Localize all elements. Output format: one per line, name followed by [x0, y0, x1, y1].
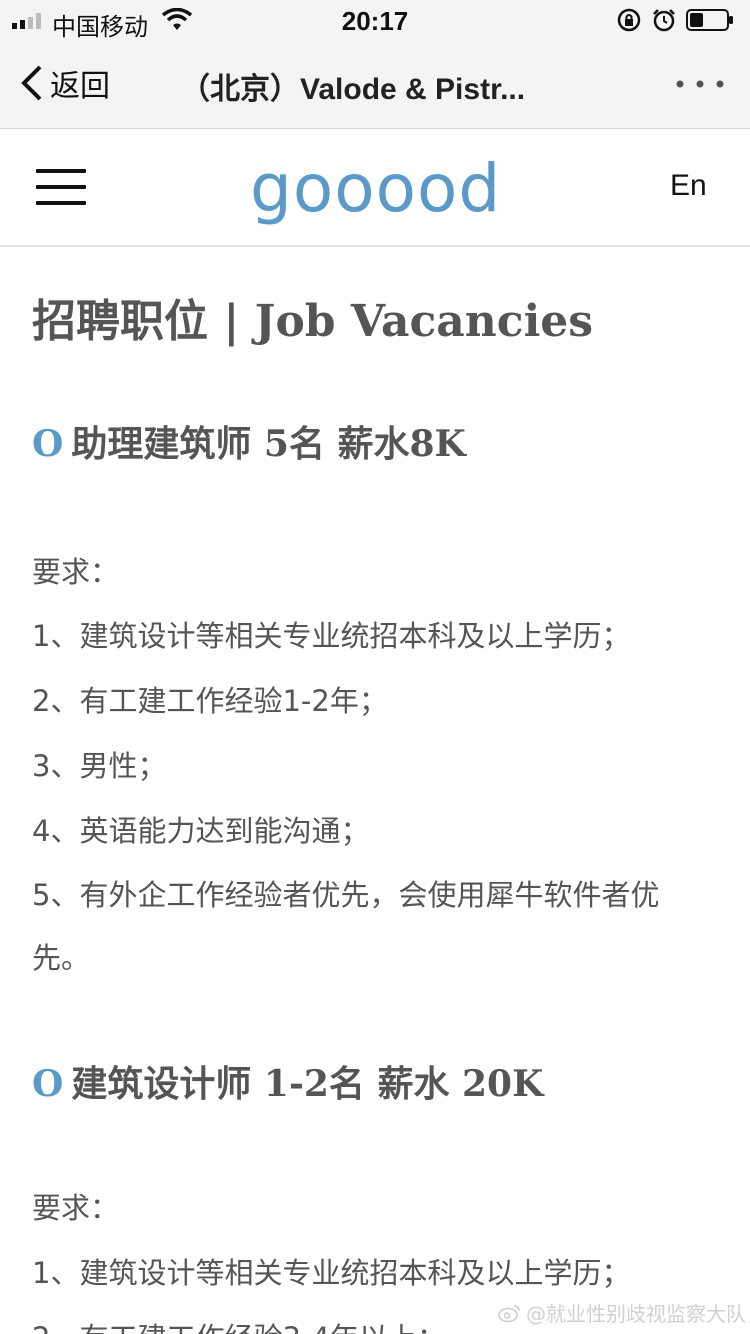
chevron-left-icon: [21, 65, 42, 101]
hamburger-menu-icon[interactable]: [36, 169, 86, 209]
language-toggle[interactable]: En: [670, 169, 707, 203]
requirements-label: 要求：: [32, 1191, 120, 1225]
nav-bar: 返回 （北京）Valode & Pistr...: [0, 40, 750, 129]
requirement-item: 2、有工建工作经验1-2年；: [32, 684, 388, 718]
requirement-item: 1、建筑设计等相关专业统招本科及以上学历；: [32, 1256, 631, 1290]
more-options-icon[interactable]: [672, 70, 728, 98]
status-bar: 中国移动 20:17: [0, 0, 750, 41]
battery-icon: [686, 9, 733, 31]
job-title: 建筑设计师 1-2名 薪水 20K: [71, 1063, 544, 1105]
article-content: 招聘职位 | Job Vacancies O 助理建筑师 5名 薪水8K 要求： …: [0, 247, 750, 1334]
site-header: gooood En: [0, 129, 750, 247]
bullet-icon: O: [32, 423, 64, 465]
watermark-text: @就业性别歧视监察大队: [526, 1302, 746, 1326]
requirement-item: 1、建筑设计等相关专业统招本科及以上学历；: [32, 619, 631, 653]
back-label: 返回: [50, 70, 110, 103]
watermark: @就业性别歧视监察大队: [498, 1298, 746, 1327]
page-title-bar: （北京）Valode & Pistr...: [180, 73, 526, 106]
back-button[interactable]: 返回: [18, 60, 110, 106]
rotation-lock-icon: [617, 8, 641, 32]
requirement-item: 4、英语能力达到能沟通；: [32, 814, 370, 848]
site-logo[interactable]: gooood: [250, 139, 510, 239]
weibo-icon: [498, 1304, 520, 1322]
requirement-item: 3、男性；: [32, 749, 167, 783]
job-heading: O 助理建筑师 5名 薪水8K: [32, 415, 466, 467]
requirement-item: 5、有外企工作经验者优先，会使用犀牛软件者优: [32, 878, 660, 912]
job-title: 助理建筑师 5名 薪水8K: [71, 423, 466, 465]
bullet-icon: O: [32, 1063, 64, 1105]
requirements-label: 要求：: [32, 555, 120, 589]
requirement-item: 2、有工建工作经验3-4年以上；: [32, 1315, 446, 1334]
section-title: 招聘职位 | Job Vacancies: [32, 296, 594, 347]
alarm-icon: [653, 9, 675, 32]
requirement-item: 先。: [32, 941, 91, 975]
job-heading: O 建筑设计师 1-2名 薪水 20K: [32, 1055, 543, 1107]
